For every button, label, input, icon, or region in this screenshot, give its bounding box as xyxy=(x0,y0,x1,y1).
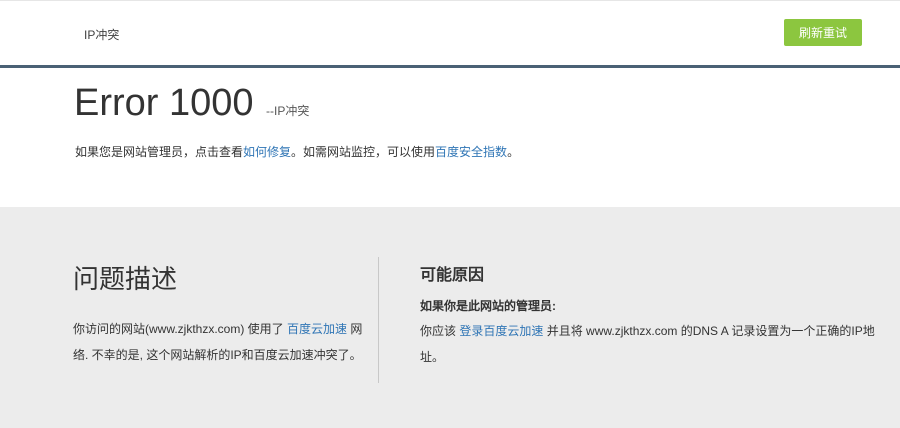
admin-note-text-end: 。 xyxy=(507,145,520,159)
info-panel: 问题描述 你访问的网站(www.zjkthzx.com) 使用了 百度云加速 网… xyxy=(0,207,900,428)
error-subtitle: --IP冲突 xyxy=(266,104,310,118)
possible-causes-heading: 可能原因 xyxy=(420,267,485,284)
problem-description-text: 你访问的网站(www.zjkthzx.com) 使用了 百度云加速 网络. 不幸… xyxy=(73,316,363,368)
how-to-fix-link[interactable]: 如何修复 xyxy=(243,145,291,159)
admin-note-text: 如果您是网站管理员，点击查看 xyxy=(75,145,244,159)
refresh-retry-button[interactable]: 刷新重试 xyxy=(784,19,862,46)
header-divider xyxy=(0,65,900,68)
page-header-title: IP冲突 xyxy=(84,28,120,42)
section-divider xyxy=(378,257,379,383)
top-bar: IP冲突 刷新重试 xyxy=(0,0,900,66)
admin-note: 如果您是网站管理员，点击查看如何修复。如需网站监控，可以使用百度安全指数。 xyxy=(75,143,519,160)
problem-description-heading: 问题描述 xyxy=(73,264,178,294)
possible-causes-text: 你应该 登录百度云加速 并且将 www.zjkthzx.com 的DNS A 记… xyxy=(420,318,880,370)
admin-label: 如果你是此网站的管理员: xyxy=(420,299,556,313)
baidu-security-index-link[interactable]: 百度安全指数 xyxy=(435,145,507,159)
problem-description-section: 问题描述 你访问的网站(www.zjkthzx.com) 使用了 百度云加速 网… xyxy=(73,259,363,368)
cause-text-start: 你应该 xyxy=(420,324,460,338)
error-heading: Error 1000 --IP冲突 xyxy=(74,82,309,125)
possible-causes-section: 可能原因 如果你是此网站的管理员: 你应该 登录百度云加速 并且将 www.zj… xyxy=(420,261,880,370)
admin-note-text-mid: 。如需网站监控，可以使用 xyxy=(291,145,436,159)
login-baidu-cloud-accel-link[interactable]: 登录百度云加速 xyxy=(459,324,543,338)
description-text-start: 你访问的网站(www.zjkthzx.com) 使用了 xyxy=(73,322,288,336)
error-code-title: Error 1000 xyxy=(74,82,254,124)
baidu-cloud-accel-link[interactable]: 百度云加速 xyxy=(287,322,347,336)
